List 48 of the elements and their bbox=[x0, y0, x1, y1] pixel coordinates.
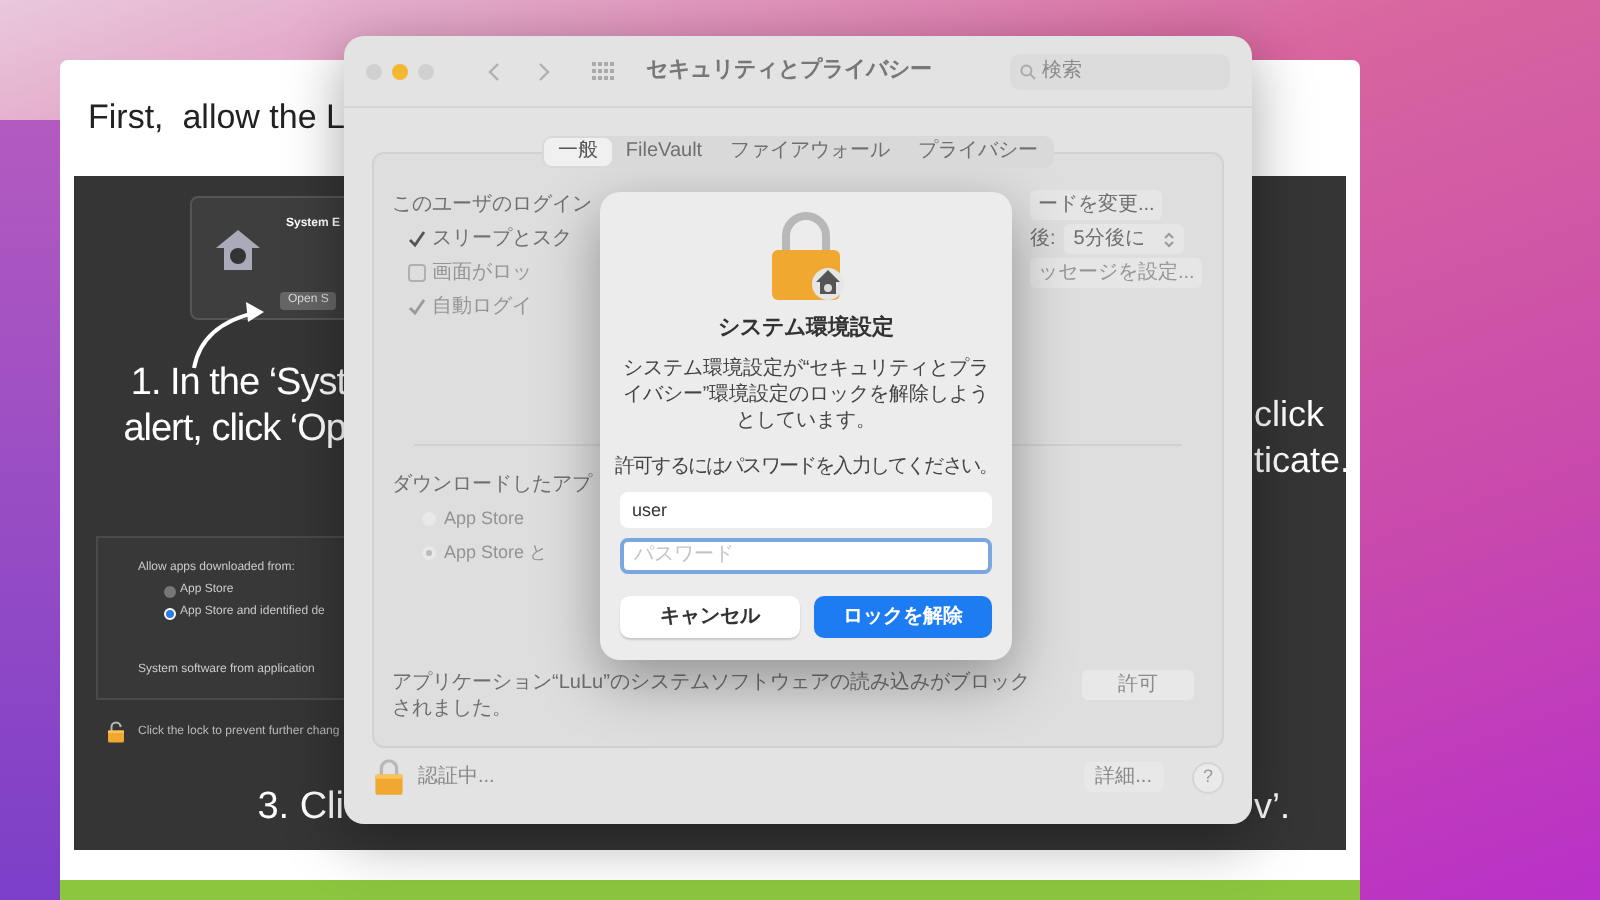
username-field[interactable]: user bbox=[620, 491, 992, 527]
stepper-icon bbox=[1164, 231, 1175, 247]
radio-button[interactable] bbox=[164, 607, 176, 619]
unlock-button[interactable]: ロックを解除 bbox=[813, 595, 992, 637]
tab[interactable]: 一般 bbox=[543, 138, 612, 166]
tab[interactable]: プライバシー bbox=[904, 138, 1053, 166]
tab[interactable]: FileVault bbox=[611, 138, 717, 166]
step-text: click bbox=[1254, 392, 1326, 438]
change-password-button[interactable]: ードを変更... bbox=[1030, 189, 1163, 219]
radio-label: App Store bbox=[444, 506, 525, 532]
forward-icon[interactable] bbox=[538, 61, 550, 81]
step-text: ticate. bbox=[1254, 438, 1351, 484]
step-text: 1. In the ‘Syst bbox=[130, 360, 346, 406]
downloads-label: ダウンロードしたアプ bbox=[392, 471, 592, 500]
step-text: v’. bbox=[1254, 784, 1290, 830]
back-icon[interactable] bbox=[488, 61, 500, 81]
allow-button[interactable]: 許可 bbox=[1082, 670, 1194, 700]
search-field[interactable]: 検索 bbox=[1010, 53, 1230, 89]
padlock-icon bbox=[766, 212, 846, 300]
dialog-title: システム環境設定 bbox=[718, 313, 894, 344]
option-label: スリープとスク bbox=[432, 225, 572, 254]
details-button[interactable]: 詳細... bbox=[1083, 762, 1164, 792]
login-text: このユーザのログイン bbox=[392, 191, 594, 219]
dialog-prompt: 許可するにはパスワードを入力してください。 bbox=[614, 453, 998, 481]
search-icon bbox=[1020, 63, 1036, 79]
cancel-button[interactable]: キャンセル bbox=[620, 595, 799, 637]
lock-icon bbox=[372, 758, 406, 796]
dialog-message: システム環境設定が“セキュリティとプライバシー”環境設定のロックを解除しようとしています。 bbox=[620, 355, 992, 433]
option-label: 後: bbox=[1030, 226, 1056, 254]
status-text: 認証中... bbox=[418, 763, 495, 792]
step-text: alert, click ‘Op bbox=[123, 406, 346, 452]
step-text: 3. Cli bbox=[257, 784, 344, 832]
radio-button[interactable] bbox=[422, 545, 436, 560]
checkbox[interactable] bbox=[408, 230, 426, 248]
grid-icon[interactable] bbox=[592, 61, 616, 81]
unlocked-lock-icon bbox=[106, 720, 126, 744]
tutorial-heading: First, allow the L bbox=[88, 96, 345, 141]
option-label: 画面がロッ bbox=[432, 260, 532, 288]
option-label: 自動ログイ bbox=[432, 294, 532, 322]
help-button[interactable]: ? bbox=[1192, 761, 1224, 793]
window-title: セキュリティとプライバシー bbox=[646, 55, 932, 87]
blocked-message: アプリケーション“LuLu”のシステムソフトウェアの読み込みがブロックされました。 bbox=[392, 670, 1032, 722]
minimize-button[interactable] bbox=[392, 63, 408, 79]
tab[interactable]: ファイアウォール bbox=[716, 138, 905, 166]
radio-button[interactable] bbox=[164, 585, 176, 597]
delay-popup[interactable]: 5分後に bbox=[1063, 224, 1185, 254]
radio-label: App Store と bbox=[444, 539, 548, 566]
password-field[interactable]: パスワード bbox=[620, 537, 992, 573]
